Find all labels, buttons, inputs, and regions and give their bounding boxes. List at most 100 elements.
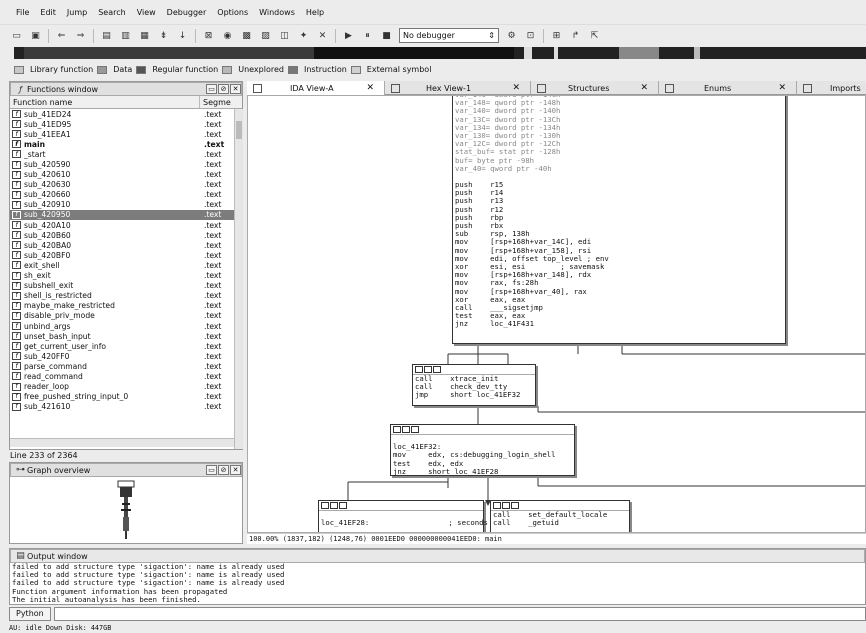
segment-icon[interactable]: ⊠ xyxy=(202,30,215,42)
function-row[interactable]: f sub_420590 .text xyxy=(10,159,234,169)
close-icon[interactable]: ✕ xyxy=(230,465,241,475)
string-icon[interactable]: ◫ xyxy=(278,30,291,42)
function-row[interactable]: f sh_exit .text xyxy=(10,271,234,281)
function-row[interactable]: f exit_shell .text xyxy=(10,260,234,270)
color-icon[interactable] xyxy=(393,426,401,433)
jump-icon[interactable]: ⇟ xyxy=(157,30,170,42)
pause-icon[interactable]: ⏸ xyxy=(361,30,374,42)
function-row[interactable]: f sub_420660 .text xyxy=(10,190,234,200)
back-icon[interactable]: ⇐ xyxy=(55,30,68,42)
settings-icon[interactable]: ⊘ xyxy=(218,465,229,475)
menu-windows[interactable]: Windows xyxy=(259,8,295,17)
function-row[interactable]: f read_command .text xyxy=(10,371,234,381)
menu-search[interactable]: Search xyxy=(98,8,125,17)
close-icon[interactable]: ✕ xyxy=(640,83,648,93)
functions-vertical-scrollbar[interactable] xyxy=(234,109,243,449)
group-icon[interactable] xyxy=(433,366,441,373)
tab-hex-view-1[interactable]: Hex View-1 ✕ xyxy=(385,81,531,95)
function-row[interactable]: f sub_420910 .text xyxy=(10,200,234,210)
code-block-loc-41ef28[interactable]: loc_41EF28: ; seconds xyxy=(318,500,488,532)
tab-imports[interactable]: Imports xyxy=(797,81,866,95)
color-icon[interactable] xyxy=(415,366,423,373)
function-row[interactable]: f unset_bash_input .text xyxy=(10,331,234,341)
code-block-set-locale[interactable]: call set_default_locale call _getuid xyxy=(490,500,630,532)
play-icon[interactable]: ▶ xyxy=(342,30,355,42)
close-icon[interactable]: ✕ xyxy=(366,83,374,93)
function-row[interactable]: f sub_420B60 .text xyxy=(10,230,234,240)
function-row[interactable]: f sub_421610 .text xyxy=(10,402,234,412)
menu-options[interactable]: Options xyxy=(217,8,248,17)
python-button[interactable]: Python xyxy=(9,606,51,621)
function-row[interactable]: f shell_is_restricted .text xyxy=(10,291,234,301)
tab-enums[interactable]: Enums ✕ xyxy=(659,81,797,95)
command-input[interactable] xyxy=(53,606,866,621)
function-row[interactable]: f parse_command .text xyxy=(10,361,234,371)
forward-icon[interactable]: ⇒ xyxy=(74,30,87,42)
graph-overview-minimap[interactable] xyxy=(10,477,242,543)
close-icon[interactable]: ✕ xyxy=(512,83,520,93)
function-row[interactable]: f sub_41ED95 .text xyxy=(10,119,234,129)
graph-icon[interactable]: ◉ xyxy=(221,30,234,42)
function-row[interactable]: f reader_loop .text xyxy=(10,382,234,392)
functions-horizontal-scrollbar[interactable] xyxy=(10,438,234,447)
text-search-icon[interactable]: ▥ xyxy=(119,30,132,42)
code-block-loc-41ef32[interactable]: loc_41EF32: mov edx, cs:debugging_login_s… xyxy=(390,424,575,476)
data-icon[interactable]: ▨ xyxy=(259,30,272,42)
ida-graph-view[interactable]: var_14C= dword ptr -14Chvar_148= qword p… xyxy=(247,95,866,533)
asm-line[interactable]: jnz short loc_41EF28 xyxy=(391,467,574,476)
function-row[interactable]: f sub_420630 .text xyxy=(10,180,234,190)
function-row[interactable]: f sub_41EEA1 .text xyxy=(10,129,234,139)
menu-debugger[interactable]: Debugger xyxy=(167,8,207,17)
array-icon[interactable]: ✦ xyxy=(297,30,310,42)
edit-icon[interactable] xyxy=(424,366,432,373)
step-into-icon[interactable]: ⊞ xyxy=(550,30,563,42)
function-row[interactable]: f free_pushed_string_input_0 .text xyxy=(10,392,234,402)
function-row[interactable]: f get_current_user_info .text xyxy=(10,341,234,351)
edit-icon[interactable] xyxy=(502,502,510,509)
debugger-options-icon[interactable]: ⚙ xyxy=(505,30,518,42)
color-icon[interactable] xyxy=(321,502,329,509)
function-row[interactable]: f subshell_exit .text xyxy=(10,281,234,291)
function-row[interactable]: f _start .text xyxy=(10,149,234,159)
float-icon[interactable]: ▭ xyxy=(206,84,217,94)
column-segment[interactable]: Segme xyxy=(200,96,240,108)
group-icon[interactable] xyxy=(339,502,347,509)
function-row[interactable]: f sub_420BF0 .text xyxy=(10,250,234,260)
menu-edit[interactable]: Edit xyxy=(40,8,56,17)
asm-line[interactable]: jnz loc_41F431 xyxy=(453,320,785,328)
down-arrow-icon[interactable]: ↓ xyxy=(176,30,189,42)
open-icon[interactable]: ▭ xyxy=(10,30,23,42)
save-icon[interactable]: ▣ xyxy=(29,30,42,42)
function-row[interactable]: f sub_420A10 .text xyxy=(10,220,234,230)
undefine-icon[interactable]: ✕ xyxy=(316,30,329,42)
step-over-icon[interactable]: ↱ xyxy=(569,30,582,42)
group-icon[interactable] xyxy=(411,426,419,433)
function-row[interactable]: f main .text xyxy=(10,139,234,149)
debugger-select[interactable]: No debugger ⇕ xyxy=(399,28,499,43)
function-row[interactable]: f sub_420950 .text xyxy=(10,209,234,221)
menu-jump[interactable]: Jump xyxy=(67,8,87,17)
function-row[interactable]: f sub_420BA0 .text xyxy=(10,240,234,250)
menu-file[interactable]: File xyxy=(16,8,29,17)
color-icon[interactable] xyxy=(493,502,501,509)
function-row[interactable]: f disable_priv_mode .text xyxy=(10,311,234,321)
edit-icon[interactable] xyxy=(402,426,410,433)
menu-help[interactable]: Help xyxy=(306,8,324,17)
tab-ida-view-a[interactable]: IDA View-A ✕ xyxy=(247,81,385,95)
function-row[interactable]: f sub_420FF0 .text xyxy=(10,351,234,361)
output-text[interactable]: failed to add structure type 'sigaction'… xyxy=(10,562,865,604)
attach-icon[interactable]: ⊡ xyxy=(524,30,537,42)
function-row[interactable]: f sub_420610 .text xyxy=(10,170,234,180)
code-block-xtrace[interactable]: call xtrace_init call check_dev_tty jmp sh… xyxy=(412,364,536,406)
binary-search-icon[interactable]: ▤ xyxy=(100,30,113,42)
asm-line[interactable]: call _getuid xyxy=(491,518,629,527)
function-row[interactable]: f maybe_make_restricted .text xyxy=(10,301,234,311)
close-icon[interactable]: ✕ xyxy=(778,83,786,93)
function-row[interactable]: f sub_41ED24 .text xyxy=(10,109,234,119)
next-code-icon[interactable]: ▦ xyxy=(138,30,151,42)
main-code-block[interactable]: var_14C= dword ptr -14Chvar_148= qword p… xyxy=(452,96,786,344)
menu-view[interactable]: View xyxy=(137,8,156,17)
close-icon[interactable]: ✕ xyxy=(230,84,241,94)
function-row[interactable]: f unbind_args .text xyxy=(10,321,234,331)
asm-line[interactable]: loc_41EF28: ; seconds xyxy=(319,518,488,527)
